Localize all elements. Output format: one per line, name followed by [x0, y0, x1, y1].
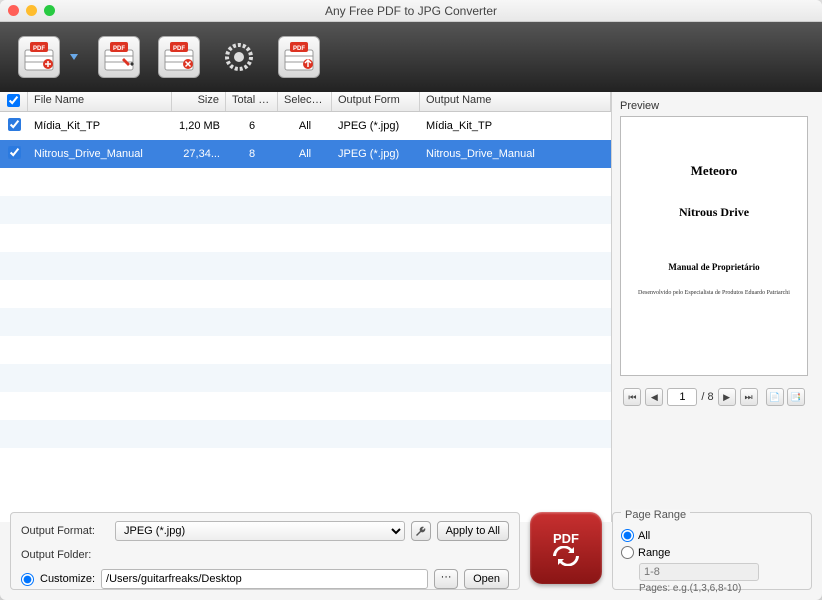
preview-text-1: Meteoro — [691, 163, 738, 179]
empty-row — [0, 420, 611, 448]
upload-button[interactable]: PDF — [278, 36, 320, 78]
output-path-input[interactable] — [101, 569, 428, 589]
preview-box: Meteoro Nitrous Drive Manual de Propriet… — [620, 116, 808, 376]
pager: ⏮ ◀ / 8 ▶ ⏭ 📄 📑 — [620, 388, 808, 406]
header-filename[interactable]: File Name — [28, 92, 172, 111]
bottom-panel: Output Format: JPEG (*.jpg) Apply to All… — [10, 512, 812, 590]
edit-file-button[interactable]: PDF — [98, 36, 140, 78]
prev-page-button[interactable]: ◀ — [645, 388, 663, 406]
empty-row — [0, 364, 611, 392]
empty-row — [0, 280, 611, 308]
range-all-label: All — [638, 530, 650, 542]
table-body: Mídia_Kit_TP1,20 MB6AllJPEG (*.jpg)Mídia… — [0, 112, 611, 522]
range-custom-radio[interactable] — [621, 546, 634, 559]
traffic-lights — [8, 5, 55, 16]
range-all-radio[interactable] — [621, 529, 634, 542]
cell-size: 1,20 MB — [172, 118, 226, 134]
cell-format: JPEG (*.jpg) — [332, 146, 420, 162]
row-checkbox[interactable] — [8, 118, 21, 131]
empty-row — [0, 168, 611, 196]
empty-row — [0, 224, 611, 252]
cell-format: JPEG (*.jpg) — [332, 118, 420, 134]
add-file-button[interactable]: PDF — [18, 36, 60, 78]
cell-selected: All — [278, 118, 332, 134]
open-folder-button[interactable]: Open — [464, 569, 509, 589]
output-settings: Output Format: JPEG (*.jpg) Apply to All… — [10, 512, 520, 590]
preview-text-3: Manual de Proprietário — [668, 262, 759, 272]
preview-text-2: Nitrous Drive — [679, 205, 749, 220]
output-format-label: Output Format: — [21, 525, 109, 537]
page-export-icon[interactable]: 📑 — [787, 388, 805, 406]
app-window: Any Free PDF to JPG Converter PDF PDF PD… — [0, 0, 822, 600]
cell-total: 6 — [226, 118, 278, 134]
range-input[interactable] — [639, 563, 759, 581]
convert-button[interactable]: PDF — [530, 512, 602, 584]
customize-label: Customize: — [40, 573, 95, 585]
svg-text:PDF: PDF — [33, 46, 45, 52]
empty-row — [0, 308, 611, 336]
titlebar: Any Free PDF to JPG Converter — [0, 0, 822, 22]
file-list-panel: File Name Size Total Pa Selected Output … — [0, 92, 612, 522]
row-checkbox[interactable] — [8, 146, 21, 159]
page-range-group: Page Range All Range Pages: e.g.(1,3,6,8… — [612, 512, 812, 590]
add-file-dropdown[interactable] — [68, 36, 80, 78]
content-area: File Name Size Total Pa Selected Output … — [0, 92, 822, 522]
page-number-input[interactable] — [667, 388, 697, 406]
header-output-name[interactable]: Output Name — [420, 92, 611, 111]
preview-text-4: Desenvolvido pelo Especialista de Produt… — [638, 290, 790, 296]
svg-text:PDF: PDF — [113, 46, 125, 52]
minimize-window-button[interactable] — [26, 5, 37, 16]
range-hint: Pages: e.g.(1,3,6,8-10) — [639, 583, 803, 594]
window-title: Any Free PDF to JPG Converter — [8, 4, 814, 18]
format-settings-button[interactable] — [411, 521, 431, 541]
header-checkbox-col[interactable] — [0, 92, 28, 111]
customize-radio[interactable] — [21, 573, 34, 586]
apply-to-all-button[interactable]: Apply to All — [437, 521, 509, 541]
page-total: / 8 — [701, 391, 713, 403]
toolbar: PDF PDF PDF PDF — [0, 22, 822, 92]
close-window-button[interactable] — [8, 5, 19, 16]
page-view-icon[interactable]: 📄 — [766, 388, 784, 406]
zoom-window-button[interactable] — [44, 5, 55, 16]
cell-total: 8 — [226, 146, 278, 162]
header-size[interactable]: Size — [172, 92, 226, 111]
header-output-format[interactable]: Output Form — [332, 92, 420, 111]
range-custom-label: Range — [638, 547, 670, 559]
table-header: File Name Size Total Pa Selected Output … — [0, 92, 611, 112]
table-row[interactable]: Nitrous_Drive_Manual27,34...8AllJPEG (*.… — [0, 140, 611, 168]
next-page-button[interactable]: ▶ — [718, 388, 736, 406]
settings-button[interactable] — [218, 36, 260, 78]
cell-output-name: Nitrous_Drive_Manual — [420, 146, 611, 162]
table-row[interactable]: Mídia_Kit_TP1,20 MB6AllJPEG (*.jpg)Mídia… — [0, 112, 611, 140]
header-total-pages[interactable]: Total Pa — [226, 92, 278, 111]
svg-text:PDF: PDF — [293, 46, 305, 52]
last-page-button[interactable]: ⏭ — [740, 388, 758, 406]
preview-label: Preview — [620, 100, 808, 112]
empty-row — [0, 336, 611, 364]
output-folder-label: Output Folder: — [21, 549, 109, 561]
output-format-select[interactable]: JPEG (*.jpg) — [115, 521, 405, 541]
cell-size: 27,34... — [172, 146, 226, 162]
empty-row — [0, 252, 611, 280]
empty-row — [0, 392, 611, 420]
convert-pdf-label: PDF — [553, 531, 579, 546]
cell-selected: All — [278, 146, 332, 162]
preview-panel: Preview Meteoro Nitrous Drive Manual de … — [612, 92, 822, 522]
empty-row — [0, 196, 611, 224]
page-range-title: Page Range — [621, 509, 690, 521]
remove-file-button[interactable]: PDF — [158, 36, 200, 78]
browse-button[interactable]: ··· — [434, 569, 458, 589]
svg-text:PDF: PDF — [173, 46, 185, 52]
header-selected[interactable]: Selected — [278, 92, 332, 111]
cell-filename: Mídia_Kit_TP — [28, 118, 172, 134]
cell-filename: Nitrous_Drive_Manual — [28, 146, 172, 162]
cell-output-name: Mídia_Kit_TP — [420, 118, 611, 134]
first-page-button[interactable]: ⏮ — [623, 388, 641, 406]
